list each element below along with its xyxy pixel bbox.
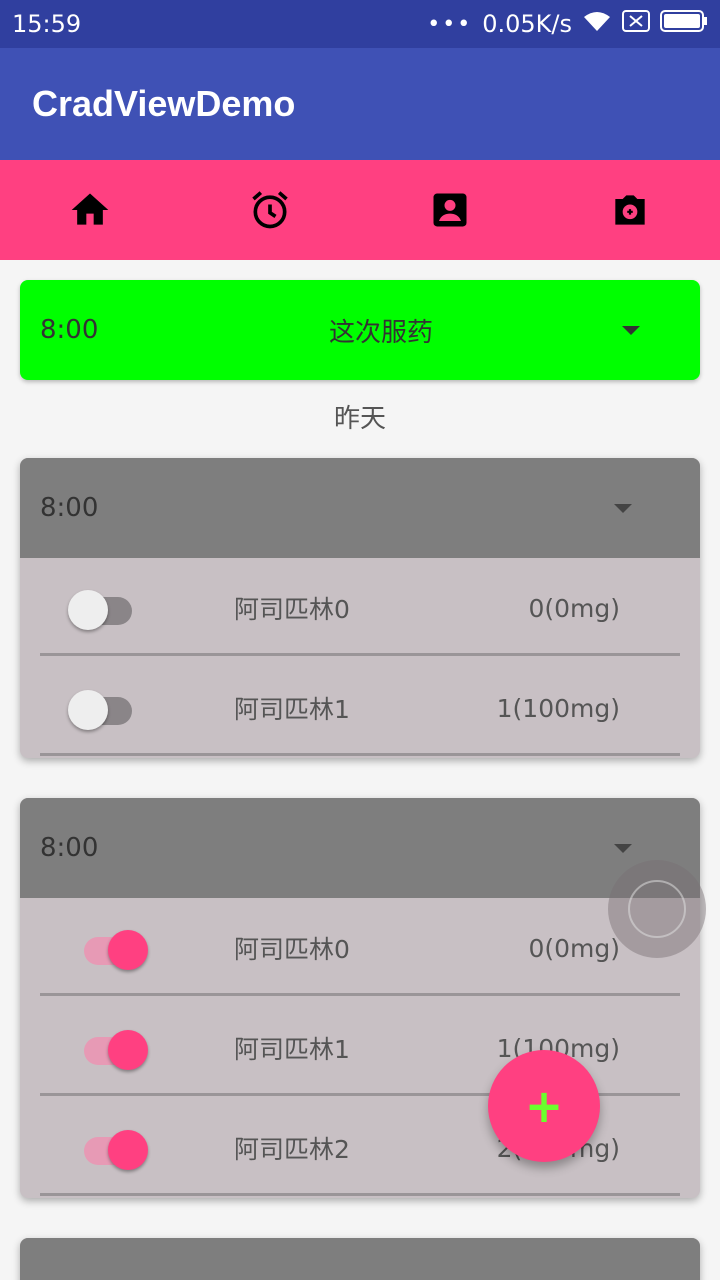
- app-bar: CradViewDemo: [0, 48, 720, 160]
- medicine-dose: 0(0mg): [528, 933, 620, 963]
- medicine-row: 阿司匹林1 1(100mg): [20, 658, 700, 758]
- card-header[interactable]: [20, 1238, 700, 1280]
- medicine-row: 阿司匹林0 0(0mg): [20, 558, 700, 658]
- switch-thumb: [108, 1130, 148, 1170]
- medicine-name: 阿司匹林1: [234, 1035, 350, 1064]
- status-bar: 15:59 ••• 0.05K/s: [0, 0, 720, 48]
- card-time: 8:00: [40, 493, 99, 523]
- status-time: 15:59: [12, 10, 82, 38]
- taken-switch[interactable]: [20, 558, 220, 658]
- switch-thumb: [108, 930, 148, 970]
- status-icons: ••• 0.05K/s: [427, 9, 708, 39]
- current-time: 8:00: [40, 315, 99, 345]
- dose-card: [20, 1238, 700, 1280]
- contact-icon: [433, 193, 467, 227]
- current-title: 这次服药: [328, 317, 433, 348]
- medicine-row: 阿司匹林1 1(100mg): [20, 998, 700, 1098]
- card-header[interactable]: 8:00: [20, 458, 700, 558]
- tab-bar: [0, 160, 720, 260]
- taken-switch[interactable]: [20, 998, 220, 1098]
- touch-ripple: [608, 860, 706, 958]
- taken-switch[interactable]: [20, 1098, 220, 1198]
- card-header[interactable]: 8:00: [20, 798, 700, 898]
- medicine-dose: 1(100mg): [496, 693, 620, 723]
- home-icon: [71, 193, 109, 225]
- switch-thumb: [68, 590, 108, 630]
- expand-caret-icon[interactable]: [614, 503, 632, 513]
- day-label: 昨天: [333, 404, 386, 434]
- tab-contact[interactable]: [360, 160, 540, 260]
- dose-card: 8:00 阿司匹林0 0(0mg) 阿司匹林1 1(100mg): [20, 458, 700, 758]
- medicine-row: 阿司匹林0 0(0mg): [20, 898, 700, 998]
- tab-home[interactable]: [0, 160, 180, 260]
- expand-caret-icon[interactable]: [614, 843, 632, 853]
- expand-caret-icon[interactable]: [622, 325, 640, 335]
- add-button[interactable]: +: [488, 1050, 600, 1162]
- alarm-icon: [252, 191, 288, 229]
- touch-ripple-ring: [628, 880, 686, 938]
- medicine-name: 阿司匹林0: [234, 935, 350, 964]
- wifi-icon: [582, 9, 612, 39]
- card-time: 8:00: [40, 833, 99, 863]
- net-speed: 0.05K/s: [482, 10, 572, 38]
- sim-x-icon: [622, 10, 650, 38]
- dose-card: 8:00 阿司匹林0 0(0mg) 阿司匹林1 1(100mg) 阿司匹林2: [20, 798, 700, 1198]
- content-list[interactable]: 8:00 这次服药 昨天 8:00 阿司匹林0 0(0mg) 阿司匹林1 1(1…: [0, 260, 720, 1280]
- switch-thumb: [68, 690, 108, 730]
- plus-icon: +: [524, 1079, 564, 1133]
- medicine-dose: 0(0mg): [528, 593, 620, 623]
- medicine-name: 阿司匹林0: [234, 595, 350, 624]
- tab-camera[interactable]: [540, 160, 720, 260]
- current-dose-card[interactable]: 8:00 这次服药: [20, 280, 700, 380]
- tab-alarm[interactable]: [180, 160, 360, 260]
- taken-switch[interactable]: [20, 658, 220, 758]
- switch-thumb: [108, 1030, 148, 1070]
- notification-dots: •••: [427, 11, 473, 37]
- medicine-name: 阿司匹林1: [234, 695, 350, 724]
- medicine-name: 阿司匹林2: [234, 1135, 350, 1164]
- app-title: CradViewDemo: [32, 83, 296, 124]
- camera-icon: [615, 195, 645, 225]
- taken-switch[interactable]: [20, 898, 220, 998]
- battery-icon: [660, 10, 708, 38]
